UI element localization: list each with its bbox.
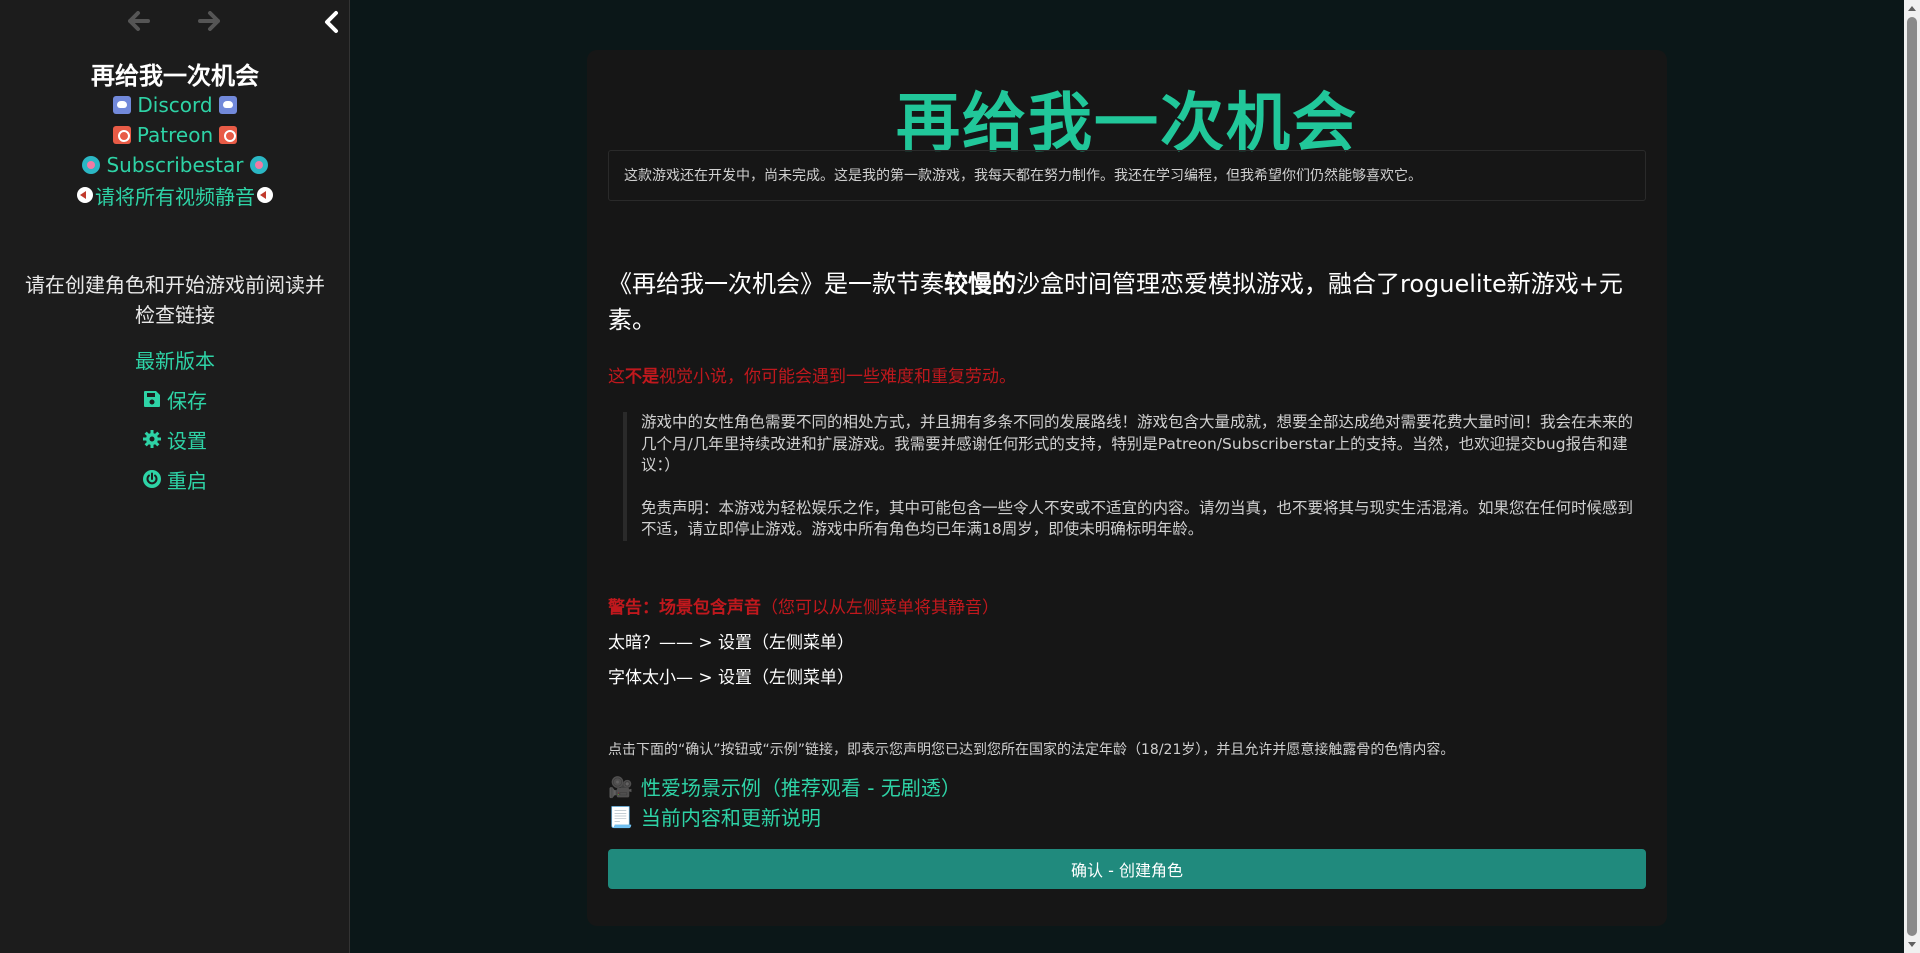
intro-bold: 较慢的 xyxy=(944,270,1016,298)
sidebar-item-label: 设置 xyxy=(167,428,207,453)
routes-paragraph: 游戏中的女性角色需要不同的相处方式，并且拥有多条不同的发展路线！游戏包含大量成就… xyxy=(641,413,1634,474)
sidebar-menu: 最新版本 保存 设置 重启 xyxy=(0,339,350,499)
example-scene-link[interactable]: 🎥 性爱场景示例（推荐观看 - 无剧透） xyxy=(608,772,961,801)
intro-card: 再给我一次机会 这款游戏还在开发中，尚未完成。这是我的第一款游戏，我每天都在努力… xyxy=(587,50,1667,926)
patreon-icon xyxy=(112,126,131,144)
mute-icon xyxy=(77,187,93,203)
note-text: 这 xyxy=(608,367,625,387)
mute-videos-label: 请将所有视频静音 xyxy=(95,184,255,209)
sidebar-item-label: 最新版本 xyxy=(135,348,215,373)
disclaimer-paragraph: 免责声明：本游戏为轻松娱乐之作，其中可能包含一些令人不安或不适宜的内容。请勿当真… xyxy=(641,498,1634,539)
sidebar-links: Discord Patreon Subscribestar 请将所有视频静音 xyxy=(0,90,350,210)
main-area: 再给我一次机会 这款游戏还在开发中，尚未完成。这是我的第一款游戏，我每天都在努力… xyxy=(351,0,1904,953)
sidebar-item-settings[interactable]: 设置 xyxy=(0,419,350,459)
sidebar-title: 再给我一次机会 xyxy=(91,62,259,90)
save-icon xyxy=(144,391,160,407)
discord-icon xyxy=(113,96,132,114)
example-scene-label: 性爱场景示例（推荐观看 - 无剧透） xyxy=(640,776,961,800)
back-arrow-icon[interactable] xyxy=(124,6,154,36)
sidebar: 再给我一次机会 Discord Patreon Subscribestar 请将… xyxy=(0,0,350,953)
confirm-create-character-button[interactable]: 确认 - 创建角色 xyxy=(608,849,1646,889)
discord-link-label: Discord xyxy=(137,93,213,117)
scroll-down-icon[interactable] xyxy=(1904,937,1920,953)
sidebar-item-latest-version[interactable]: 最新版本 xyxy=(0,339,350,379)
note-bold: 不是 xyxy=(625,367,659,387)
age-consent-text: 点击下面的“确认”按钮或“示例”链接，即表示您声明您已达到您所在国家的法定年龄（… xyxy=(608,742,1455,758)
patreon-link-label: Patreon xyxy=(136,123,214,147)
discord-link[interactable]: Discord xyxy=(0,90,350,120)
note-text-end: 视觉小说，你可能会遇到一些难度和重复劳动。 xyxy=(659,367,1016,387)
changelog-label: 当前内容和更新说明 xyxy=(640,806,821,830)
forward-arrow-icon[interactable] xyxy=(194,6,224,36)
scroll-up-icon[interactable] xyxy=(1904,0,1920,16)
intro-text: 《再给我一次机会》是一款节奏 xyxy=(608,270,944,298)
history-nav xyxy=(0,6,350,36)
mute-videos-link[interactable]: 请将所有视频静音 xyxy=(0,180,350,210)
patreon-icon xyxy=(219,126,238,144)
scroll-thumb[interactable] xyxy=(1907,17,1917,936)
warning-rest: （您可以从左侧菜单将其静音） xyxy=(761,598,999,618)
sound-warning: 警告：场景包含声音（您可以从左侧菜单将其静音） xyxy=(608,593,1646,618)
dev-notice: 这款游戏还在开发中，尚未完成。这是我的第一款游戏，我每天都在努力制作。我还在学习… xyxy=(608,150,1646,201)
subscribestar-link[interactable]: Subscribestar xyxy=(0,150,350,180)
not-visual-novel-note: 这不是视觉小说，你可能会遇到一些难度和重复劳动。 xyxy=(608,362,1646,387)
mute-icon xyxy=(257,187,273,203)
game-intro: 《再给我一次机会》是一款节奏较慢的沙盒时间管理恋爱模拟游戏，融合了rogueli… xyxy=(608,266,1646,338)
collapse-sidebar-icon[interactable] xyxy=(318,8,344,36)
sidebar-item-label: 保存 xyxy=(167,388,207,413)
document-icon: 📃 xyxy=(608,804,633,829)
subscribestar-link-label: Subscribestar xyxy=(106,153,244,177)
changelog-link[interactable]: 📃 当前内容和更新说明 xyxy=(608,802,821,831)
sidebar-item-restart[interactable]: 重启 xyxy=(0,459,350,499)
page-scrollbar[interactable] xyxy=(1904,0,1920,953)
power-icon xyxy=(143,470,161,488)
sidebar-item-label: 重启 xyxy=(167,468,207,493)
subscribestar-icon xyxy=(82,156,101,174)
gear-icon xyxy=(143,430,161,448)
too-dark-tip: 太暗？—— > 设置（左侧菜单） xyxy=(608,633,855,653)
sidebar-item-save[interactable]: 保存 xyxy=(0,379,350,419)
discord-icon xyxy=(218,96,237,114)
warning-bold: 警告：场景包含声音 xyxy=(608,598,761,618)
sidebar-notice: 请在创建角色和开始游戏前阅读并检查链接 xyxy=(25,273,325,327)
font-too-small-tip: 字体太小— > 设置（左侧菜单） xyxy=(608,668,855,688)
subscribestar-icon xyxy=(249,156,268,174)
info-blockquote: 游戏中的女性角色需要不同的相处方式，并且拥有多条不同的发展路线！游戏包含大量成就… xyxy=(623,412,1643,541)
camera-icon: 🎥 xyxy=(608,774,633,799)
patreon-link[interactable]: Patreon xyxy=(0,120,350,150)
